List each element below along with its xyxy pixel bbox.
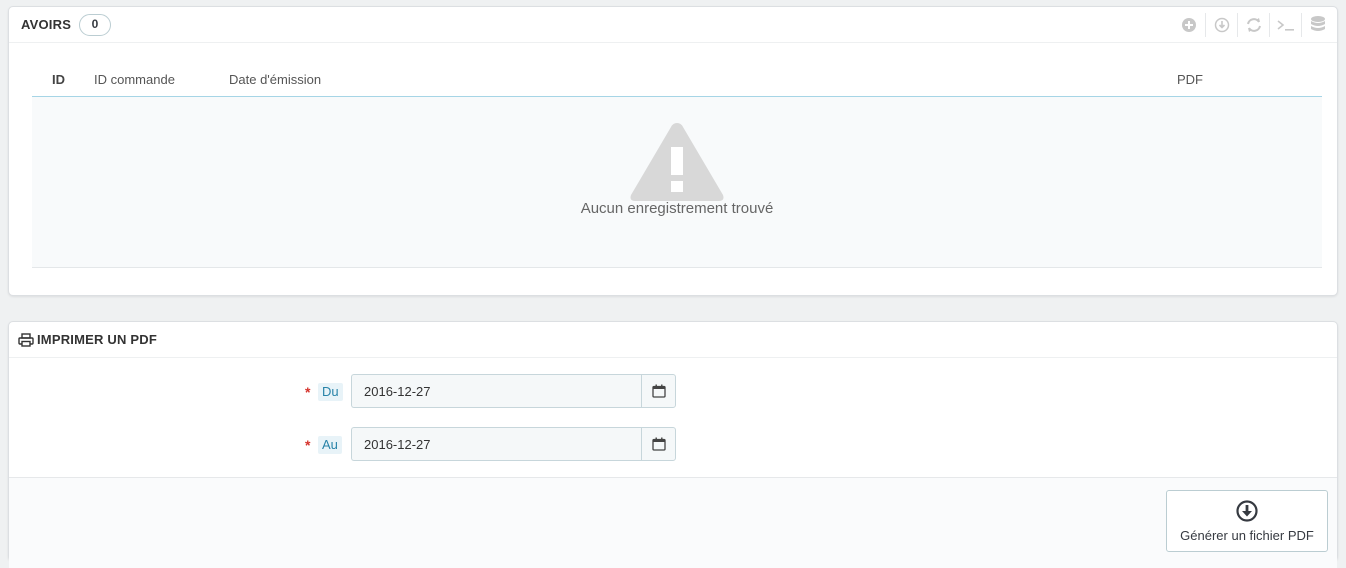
print-icon (18, 332, 34, 347)
print-pdf-heading: IMPRIMER UN PDF (9, 322, 1337, 358)
list-toolbar (1173, 13, 1333, 37)
credit-slips-panel: AVOIRS 0 ID ID commande Date d'émission … (8, 6, 1338, 296)
refresh-icon (1246, 18, 1261, 32)
to-date-calendar-button[interactable] (641, 427, 676, 461)
column-header-pdf[interactable]: PDF (1177, 72, 1203, 87)
to-date-row: * Au (9, 427, 1337, 461)
generate-pdf-label: Générer un fichier PDF (1180, 527, 1314, 543)
calendar-icon (651, 437, 666, 451)
from-date-input[interactable] (351, 374, 641, 408)
sql-query-button[interactable] (1269, 13, 1301, 37)
add-icon (1182, 18, 1196, 32)
to-date-label: Au (318, 436, 342, 454)
export-icon (1214, 17, 1229, 33)
print-pdf-panel: IMPRIMER UN PDF * Du * Au (8, 321, 1338, 568)
credit-slips-heading: AVOIRS 0 (9, 7, 1337, 43)
sql-query-icon (1277, 20, 1294, 31)
empty-state: Aucun enregistrement trouvé (32, 97, 1322, 268)
panel-footer: Générer un fichier PDF (9, 477, 1337, 568)
column-header-order-id[interactable]: ID commande (94, 72, 175, 87)
add-button[interactable] (1173, 13, 1205, 37)
table-header: ID ID commande Date d'émission PDF (32, 68, 1322, 97)
from-date-label: Du (318, 383, 343, 401)
count-badge: 0 (79, 13, 112, 36)
warning-icon (630, 123, 724, 201)
export-button[interactable] (1205, 13, 1237, 37)
to-date-input[interactable] (351, 427, 641, 461)
database-icon (1310, 16, 1325, 31)
refresh-button[interactable] (1237, 13, 1269, 37)
panel-title: AVOIRS (21, 17, 72, 32)
from-date-calendar-button[interactable] (641, 374, 676, 408)
generate-pdf-button[interactable]: Générer un fichier PDF (1166, 490, 1328, 552)
download-circle-icon (1236, 499, 1258, 522)
calendar-icon (651, 384, 666, 398)
required-marker: * (305, 384, 311, 400)
panel-title: IMPRIMER UN PDF (37, 332, 157, 347)
from-date-row: * Du (9, 374, 1337, 408)
empty-message: Aucun enregistrement trouvé (580, 200, 774, 217)
column-header-date[interactable]: Date d'émission (229, 72, 321, 87)
column-header-id[interactable]: ID (52, 72, 65, 87)
database-button[interactable] (1301, 13, 1333, 37)
required-marker: * (305, 437, 311, 453)
